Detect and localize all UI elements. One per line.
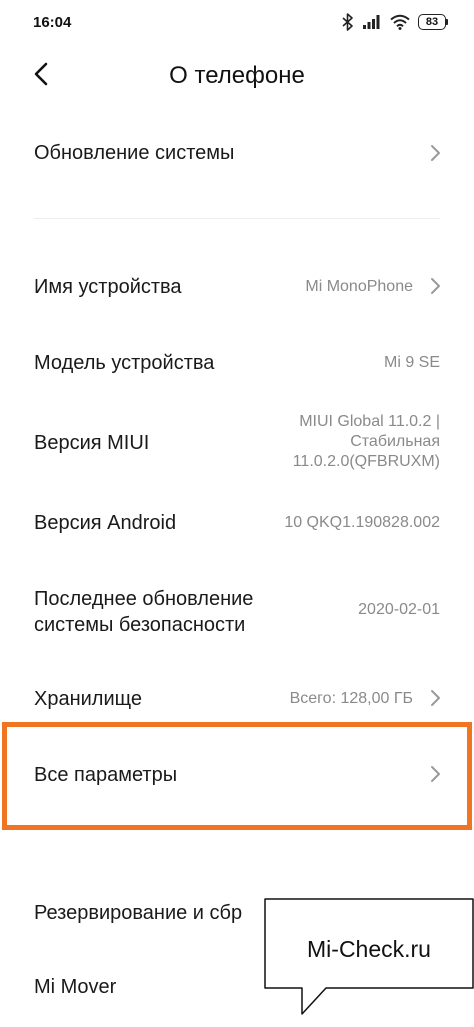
row-value: 2020-02-01 bbox=[358, 601, 440, 618]
watermark-text: Mi-Check.ru bbox=[307, 936, 431, 962]
battery-level: 83 bbox=[418, 14, 446, 30]
row-security-update[interactable]: Последнее обновление системы безопасност… bbox=[0, 584, 474, 644]
row-value: 10 QKQ1.190828.002 bbox=[284, 514, 440, 531]
row-value-line: MIUI Global 11.0.2 | bbox=[299, 413, 440, 430]
row-label: Резервирование и сбр bbox=[34, 902, 243, 924]
bluetooth-icon bbox=[342, 13, 353, 31]
status-bar: 16:04 83 bbox=[0, 0, 474, 44]
row-system-update[interactable]: Обновление системы bbox=[0, 128, 474, 178]
row-value-line: Стабильная bbox=[350, 433, 440, 450]
status-icons: 83 bbox=[342, 13, 448, 31]
divider bbox=[34, 218, 440, 219]
row-miui-version[interactable]: Версия MIUI MIUI Global 11.0.2 | Стабиль… bbox=[0, 408, 474, 478]
chevron-right-icon bbox=[431, 145, 440, 161]
row-device-name[interactable]: Имя устройства Mi MonoPhone bbox=[0, 262, 474, 312]
signal-icon bbox=[363, 15, 380, 29]
row-storage[interactable]: Хранилище Всего: 128,00 ГБ bbox=[0, 674, 474, 724]
row-android-version[interactable]: Версия Android 10 QKQ1.190828.002 bbox=[0, 498, 474, 548]
row-value-line: 11.0.2.0(QFBRUXM) bbox=[292, 453, 440, 470]
row-value: Mi MonoPhone bbox=[305, 278, 413, 295]
chevron-right-icon bbox=[431, 278, 440, 294]
row-label-line: Последнее обновление bbox=[34, 588, 254, 610]
row-value: Mi 9 SE bbox=[383, 354, 440, 371]
status-time: 16:04 bbox=[33, 14, 72, 31]
wifi-icon bbox=[390, 14, 410, 30]
row-label: Версия Android bbox=[34, 512, 177, 534]
row-label: Версия MIUI bbox=[34, 432, 150, 454]
page-title: О телефоне bbox=[169, 62, 305, 89]
row-label-line: системы безопасности bbox=[34, 614, 246, 636]
header: О телефоне bbox=[0, 52, 474, 98]
row-value: MIUI Global 11.0.2 | Стабильная 11.0.2.0… bbox=[293, 412, 440, 472]
chevron-right-icon bbox=[431, 690, 440, 706]
row-device-model[interactable]: Модель устройства Mi 9 SE bbox=[0, 338, 474, 388]
watermark: Mi-Check.ru bbox=[264, 898, 474, 1016]
row-label: Хранилище bbox=[34, 688, 142, 710]
row-value: Всего: 128,00 ГБ bbox=[289, 690, 413, 707]
highlight-frame bbox=[2, 722, 472, 830]
row-label: Mi Mover bbox=[34, 976, 117, 998]
row-label: Имя устройства bbox=[34, 276, 182, 298]
row-label: Обновление системы bbox=[34, 142, 235, 164]
row-label: Последнее обновление системы безопасност… bbox=[34, 586, 253, 638]
battery-icon: 83 bbox=[418, 14, 448, 30]
row-label: Модель устройства bbox=[34, 352, 215, 374]
